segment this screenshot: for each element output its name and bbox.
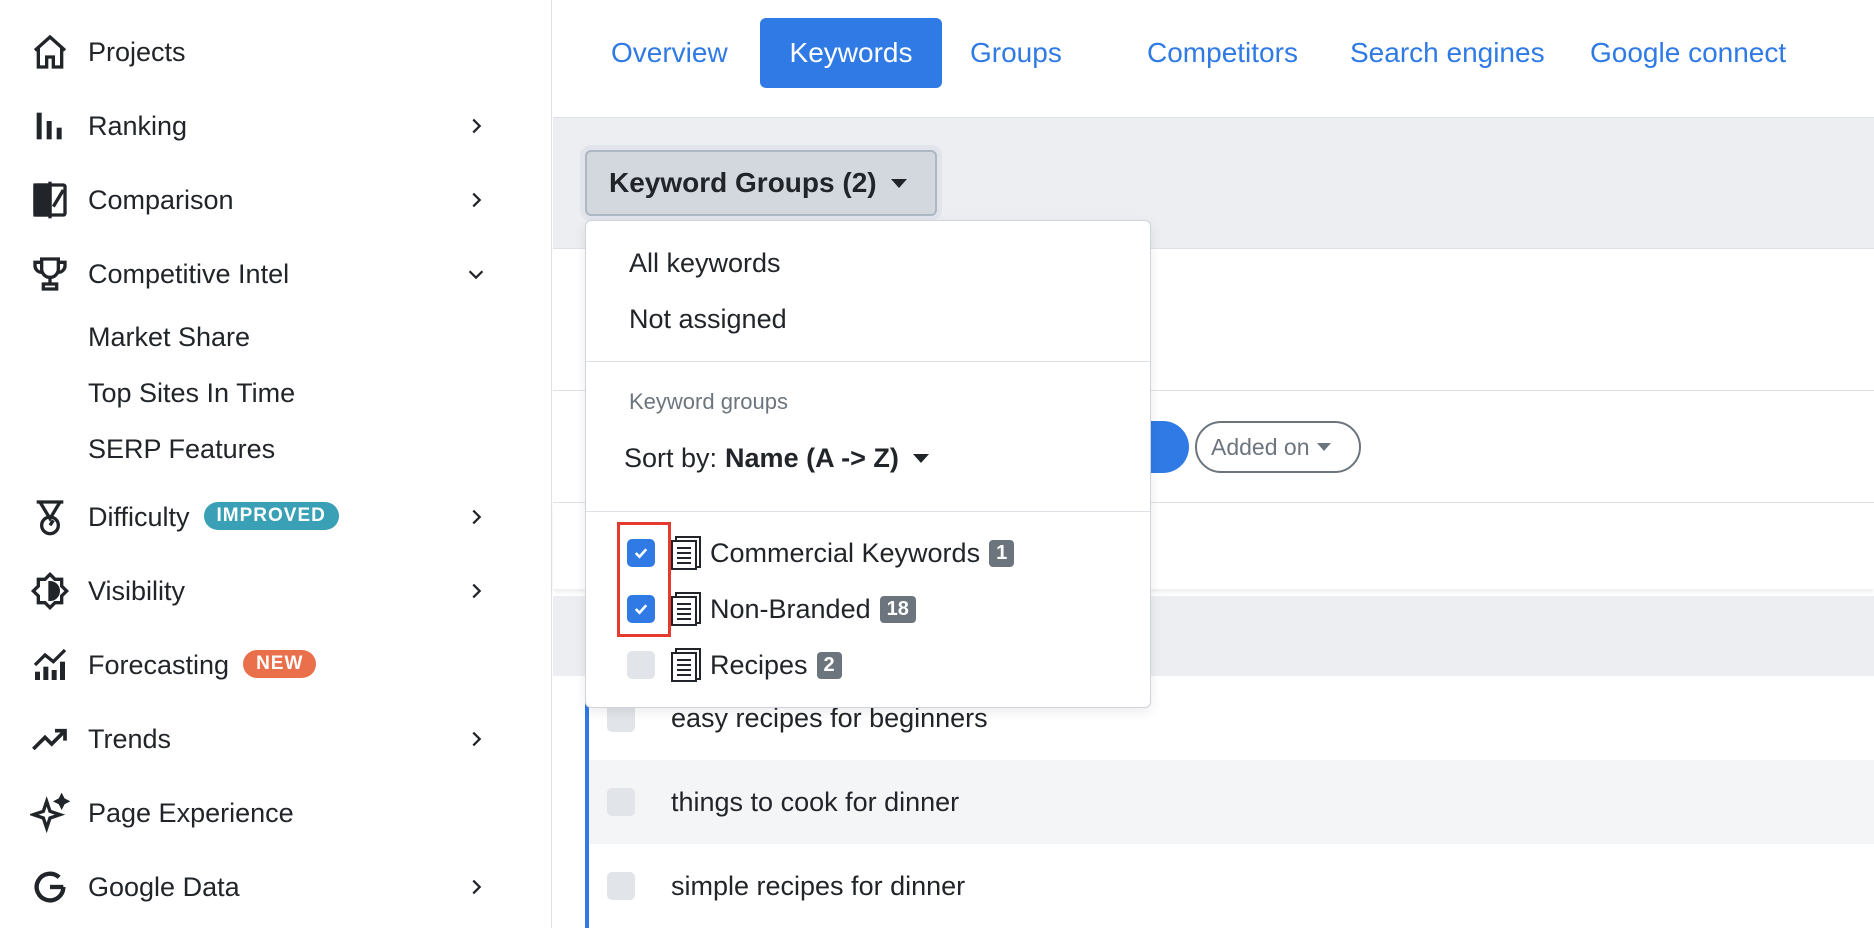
group-name: Non-Branded xyxy=(710,593,871,624)
trophy-icon xyxy=(28,252,72,296)
keyword-groups-dropdown: All keywords Not assigned Keyword groups… xyxy=(585,220,1151,708)
tab-overview[interactable]: Overview xyxy=(583,18,756,88)
count-badge: 1 xyxy=(989,539,1015,567)
group-checkbox[interactable] xyxy=(627,595,655,623)
sparkle-icon xyxy=(28,791,72,835)
added-on-filter[interactable]: Added on xyxy=(1195,421,1361,473)
keyword-groups-header: Keyword groups xyxy=(629,389,788,414)
row-checkbox[interactable] xyxy=(607,872,635,900)
tab-keywords[interactable]: Keywords xyxy=(760,18,942,88)
sidebar-item-label: Trends xyxy=(88,723,172,754)
count-badge: 2 xyxy=(816,651,842,679)
row-checkbox[interactable] xyxy=(607,788,635,816)
sidebar-item-trends[interactable]: Trends xyxy=(0,709,552,769)
sidebar-item-label: Forecasting NEW xyxy=(88,649,317,681)
sidebar-subitem-top-sites[interactable]: Top Sites In Time xyxy=(88,378,295,409)
group-checkbox[interactable] xyxy=(627,539,655,567)
sidebar-item-label-text: Difficulty xyxy=(88,501,190,532)
group-label: Non-Branded 18 xyxy=(710,594,916,625)
sidebar-item-label: Visibility xyxy=(88,575,186,606)
new-badge: NEW xyxy=(243,650,317,679)
google-icon xyxy=(28,865,72,909)
caret-down-icon xyxy=(1317,443,1332,451)
added-on-label: Added on xyxy=(1211,433,1310,460)
menu-item-all-keywords[interactable]: All keywords xyxy=(629,248,781,279)
sidebar: Projects Ranking Comparison Competitive … xyxy=(0,0,552,928)
chevron-right-icon xyxy=(462,577,490,605)
sidebar-item-label-text: Forecasting xyxy=(88,649,230,680)
sidebar-item-competitive-intel[interactable]: Competitive Intel xyxy=(0,244,552,304)
sort-dropdown[interactable]: Sort by: Name (A -> Z) xyxy=(624,443,929,474)
table-row[interactable]: things to cook for dinner xyxy=(589,760,1874,844)
sidebar-item-label: Page Experience xyxy=(88,797,294,828)
sidebar-item-label: Google Data xyxy=(88,871,240,902)
group-name: Commercial Keywords xyxy=(710,537,981,568)
tab-google-connect[interactable]: Google connect xyxy=(1562,18,1814,88)
chevron-right-icon xyxy=(462,112,490,140)
table-row[interactable]: simple recipes for dinner xyxy=(589,844,1874,928)
group-option-recipes[interactable]: Recipes 2 xyxy=(586,641,1150,689)
group-label: Commercial Keywords 1 xyxy=(710,537,1015,569)
app-window: Projects Ranking Comparison Competitive … xyxy=(0,0,1874,928)
sidebar-item-label: Ranking xyxy=(88,110,188,141)
sidebar-item-projects[interactable]: Projects xyxy=(0,22,552,82)
sidebar-item-google-data[interactable]: Google Data xyxy=(0,857,552,917)
keyword-text: simple recipes for dinner xyxy=(671,870,966,901)
visibility-icon xyxy=(28,569,72,613)
chevron-down-icon xyxy=(462,260,490,288)
bar-chart-icon xyxy=(28,104,72,148)
caret-down-icon xyxy=(890,178,907,188)
sort-value: Name (A -> Z) xyxy=(725,443,899,473)
sidebar-item-label: Difficulty IMPROVED xyxy=(88,502,339,533)
keyword-groups-label: Keyword Groups (2) xyxy=(609,167,877,198)
comparison-icon xyxy=(28,178,72,222)
chevron-right-icon xyxy=(462,186,490,214)
sidebar-item-comparison[interactable]: Comparison xyxy=(0,170,552,230)
tab-competitors[interactable]: Competitors xyxy=(1119,18,1326,88)
menu-item-not-assigned[interactable]: Not assigned xyxy=(629,304,787,335)
group-label: Recipes 2 xyxy=(710,650,842,681)
tab-groups[interactable]: Groups xyxy=(942,18,1090,88)
keyword-groups-button[interactable]: Keyword Groups (2) xyxy=(585,150,937,216)
group-name: Recipes xyxy=(710,649,808,680)
tab-search-engines[interactable]: Search engines xyxy=(1322,18,1573,88)
sidebar-item-difficulty[interactable]: Difficulty IMPROVED xyxy=(0,487,552,547)
forecast-icon xyxy=(28,643,72,687)
divider xyxy=(586,361,1150,362)
sidebar-item-visibility[interactable]: Visibility xyxy=(0,561,552,621)
row-checkbox[interactable] xyxy=(607,704,635,732)
sidebar-item-page-experience[interactable]: Page Experience xyxy=(0,783,552,843)
improved-badge: IMPROVED xyxy=(203,502,339,531)
keyword-list: easy recipes for beginners things to coo… xyxy=(585,676,1874,928)
trend-icon xyxy=(28,717,72,761)
chevron-right-icon xyxy=(462,503,490,531)
keyword-text: things to cook for dinner xyxy=(671,786,960,817)
sidebar-item-ranking[interactable]: Ranking xyxy=(0,96,552,156)
caret-down-icon xyxy=(912,454,929,463)
sidebar-item-label: Competitive Intel xyxy=(88,258,290,289)
list-icon xyxy=(671,536,701,570)
chevron-right-icon xyxy=(462,725,490,753)
sidebar-item-forecasting[interactable]: Forecasting NEW xyxy=(0,635,552,695)
group-option-commercial[interactable]: Commercial Keywords 1 xyxy=(586,529,1150,577)
tab-bar: Overview Keywords Groups Competitors Sea… xyxy=(553,0,1874,118)
sidebar-item-label: Projects xyxy=(88,36,186,67)
list-icon xyxy=(671,648,701,682)
sidebar-subitem-serp-features[interactable]: SERP Features xyxy=(88,434,275,465)
sidebar-item-label: Comparison xyxy=(88,184,234,215)
chevron-right-icon xyxy=(462,873,490,901)
sidebar-subitem-market-share[interactable]: Market Share xyxy=(88,322,250,353)
group-option-non-branded[interactable]: Non-Branded 18 xyxy=(586,585,1150,633)
group-checkbox[interactable] xyxy=(627,651,655,679)
scale-icon xyxy=(28,495,72,539)
count-badge: 18 xyxy=(879,595,916,623)
list-icon xyxy=(671,592,701,626)
sort-prefix: Sort by: xyxy=(624,443,718,473)
home-icon xyxy=(28,30,72,74)
divider xyxy=(586,511,1150,512)
